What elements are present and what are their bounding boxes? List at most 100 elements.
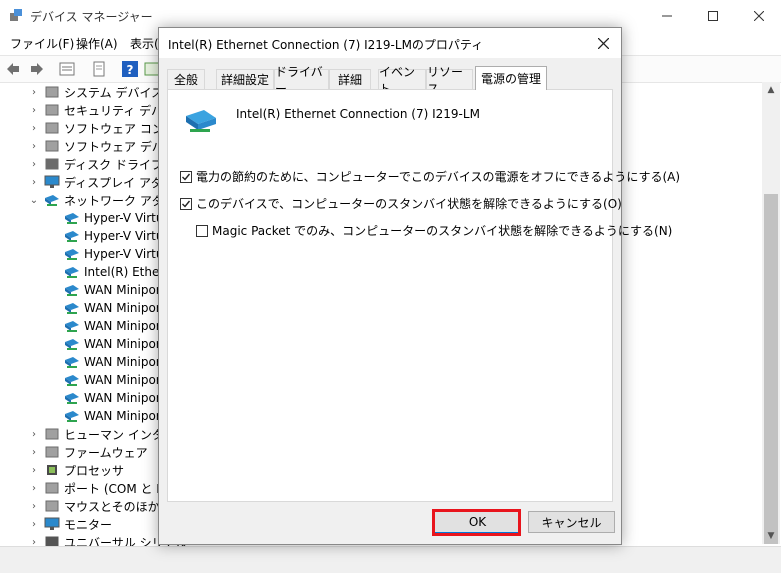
- checkmark-icon: [182, 200, 191, 208]
- mouse-icon: [45, 500, 59, 512]
- tree-item[interactable]: › ファームウェア: [32, 443, 148, 461]
- dialog-title: Intel(R) Ethernet Connection (7) I219-LM…: [168, 38, 484, 52]
- tree-item-label: WAN Minipor: [84, 409, 161, 423]
- chevron-right-icon[interactable]: ›: [29, 173, 39, 191]
- tab-resources[interactable]: リソース: [426, 65, 473, 96]
- software-device-icon: [45, 140, 59, 152]
- chevron-right-icon[interactable]: ›: [29, 119, 39, 137]
- tree-item[interactable]: WAN Minipor: [64, 335, 161, 353]
- chevron-right-icon[interactable]: ›: [29, 515, 39, 533]
- firmware-icon: [45, 446, 59, 458]
- dialog-close-button[interactable]: [589, 31, 617, 55]
- tree-item[interactable]: Hyper-V Virtua: [64, 209, 171, 227]
- network-adapter-icon: [186, 110, 216, 132]
- document-icon[interactable]: [90, 60, 108, 78]
- system-device-icon: [45, 86, 59, 98]
- close-icon: [597, 37, 609, 49]
- tree-item[interactable]: Hyper-V Virtua: [64, 245, 171, 263]
- network-adapter-icon: [65, 321, 79, 332]
- help-icon[interactable]: ?: [121, 60, 139, 78]
- option-magic-packet-only[interactable]: Magic Packet でのみ、コンピューターのスタンバイ状態を解除できるよう…: [196, 222, 672, 239]
- tree-item-label: プロセッサ: [64, 463, 125, 478]
- option-label: このデバイスで、コンピューターのスタンバイ状態を解除できるようにする(O): [196, 197, 622, 211]
- tab-general[interactable]: 全般: [167, 69, 205, 89]
- status-bar: [0, 546, 781, 573]
- properties-view-icon[interactable]: [58, 60, 76, 78]
- forward-arrow-icon[interactable]: [27, 60, 45, 78]
- cancel-button[interactable]: キャンセル: [528, 511, 615, 533]
- tree-item-label: WAN Minipor: [84, 337, 161, 351]
- tree-item[interactable]: WAN Minipor: [64, 299, 161, 317]
- scroll-down-icon[interactable]: ▼: [762, 528, 780, 544]
- tree-item[interactable]: Hyper-V Virtua: [64, 227, 171, 245]
- software-component-icon: [45, 122, 59, 134]
- checkbox-allow-wake[interactable]: [180, 197, 192, 210]
- tab-driver[interactable]: ドライバー: [274, 65, 329, 96]
- scroll-up-icon[interactable]: ▲: [762, 82, 780, 98]
- chevron-right-icon[interactable]: ›: [29, 479, 39, 497]
- tree-item[interactable]: WAN Minipor: [64, 353, 161, 371]
- chevron-down-icon[interactable]: ⌄: [29, 191, 39, 209]
- maximize-button[interactable]: [690, 0, 736, 32]
- checkbox-allow-power-off[interactable]: [180, 170, 192, 183]
- human-interface-icon: [45, 428, 59, 440]
- tab-advanced[interactable]: 詳細設定: [216, 69, 274, 89]
- tree-item[interactable]: WAN Minipor: [64, 317, 161, 335]
- checkbox-magic-packet-only[interactable]: [196, 224, 208, 237]
- vertical-scrollbar[interactable]: ▲ ▼: [762, 82, 780, 544]
- checkmark-icon: [182, 173, 191, 181]
- tree-item-label: WAN Minipor: [84, 319, 161, 333]
- option-label: 電力の節約のために、コンピューターでこのデバイスの電源をオフにできるようにする(…: [196, 170, 681, 184]
- tree-item-label: WAN Minipor: [84, 391, 161, 405]
- tab-details[interactable]: 詳細: [329, 69, 371, 89]
- tree-item[interactable]: › システム デバイス: [32, 83, 164, 101]
- tree-item[interactable]: › モニター: [32, 515, 112, 533]
- network-adapter-icon: [65, 249, 79, 260]
- network-adapter-icon: [65, 339, 79, 350]
- tree-item-label: WAN Minipor: [84, 301, 161, 315]
- power-management-panel: Intel(R) Ethernet Connection (7) I219-LM…: [167, 89, 680, 502]
- menu-action[interactable]: 操作(A): [76, 35, 118, 52]
- ok-button[interactable]: OK: [434, 511, 521, 533]
- network-adapter-icon: [45, 195, 59, 206]
- tab-events[interactable]: イベント: [378, 65, 426, 96]
- tree-item-label: システム デバイス: [64, 85, 164, 100]
- scroll-thumb[interactable]: [764, 194, 778, 544]
- maximize-icon: [708, 11, 718, 21]
- tree-item-label: WAN Minipor: [84, 373, 161, 387]
- tree-item-label: WAN Minipor: [84, 355, 161, 369]
- close-icon: [754, 11, 764, 21]
- chevron-right-icon[interactable]: ›: [29, 155, 39, 173]
- chevron-right-icon[interactable]: ›: [29, 137, 39, 155]
- monitor-icon: [44, 517, 60, 530]
- svg-text:?: ?: [127, 63, 134, 77]
- minimize-button[interactable]: [644, 0, 690, 32]
- option-allow-power-off[interactable]: 電力の節約のために、コンピューターでこのデバイスの電源をオフにできるようにする(…: [180, 168, 680, 185]
- window-title: デバイス マネージャー: [30, 10, 153, 24]
- port-icon: [45, 482, 59, 494]
- tree-item[interactable]: WAN Minipor: [64, 371, 161, 389]
- dialog-titlebar: Intel(R) Ethernet Connection (7) I219-LM…: [159, 28, 621, 58]
- menu-view[interactable]: 表示(: [130, 35, 159, 52]
- chevron-right-icon[interactable]: ›: [29, 425, 39, 443]
- network-adapter-icon: [65, 393, 79, 404]
- tree-item[interactable]: WAN Minipor: [64, 389, 161, 407]
- chevron-right-icon[interactable]: ›: [29, 83, 39, 101]
- tree-item[interactable]: WAN Minipor: [64, 407, 161, 425]
- option-allow-wake[interactable]: このデバイスで、コンピューターのスタンバイ状態を解除できるようにする(O): [180, 195, 622, 212]
- tree-item[interactable]: › ディスク ドライブ: [32, 155, 163, 173]
- chevron-right-icon[interactable]: ›: [29, 461, 39, 479]
- tree-item[interactable]: Intel(R) Ethern: [64, 263, 172, 281]
- processor-icon: [47, 465, 57, 475]
- back-arrow-icon[interactable]: [5, 60, 23, 78]
- tab-power-management[interactable]: 電源の管理: [475, 66, 547, 90]
- chevron-right-icon[interactable]: ›: [29, 443, 39, 461]
- tree-item[interactable]: › プロセッサ: [32, 461, 125, 479]
- tree-item[interactable]: WAN Minipor: [64, 281, 161, 299]
- chevron-right-icon[interactable]: ›: [29, 101, 39, 119]
- menu-file[interactable]: ファイル(F): [10, 35, 74, 52]
- tree-item-label: ファームウェア: [64, 445, 148, 460]
- chevron-right-icon[interactable]: ›: [29, 497, 39, 515]
- disk-drive-icon: [45, 158, 59, 170]
- window-close-button[interactable]: [736, 0, 781, 32]
